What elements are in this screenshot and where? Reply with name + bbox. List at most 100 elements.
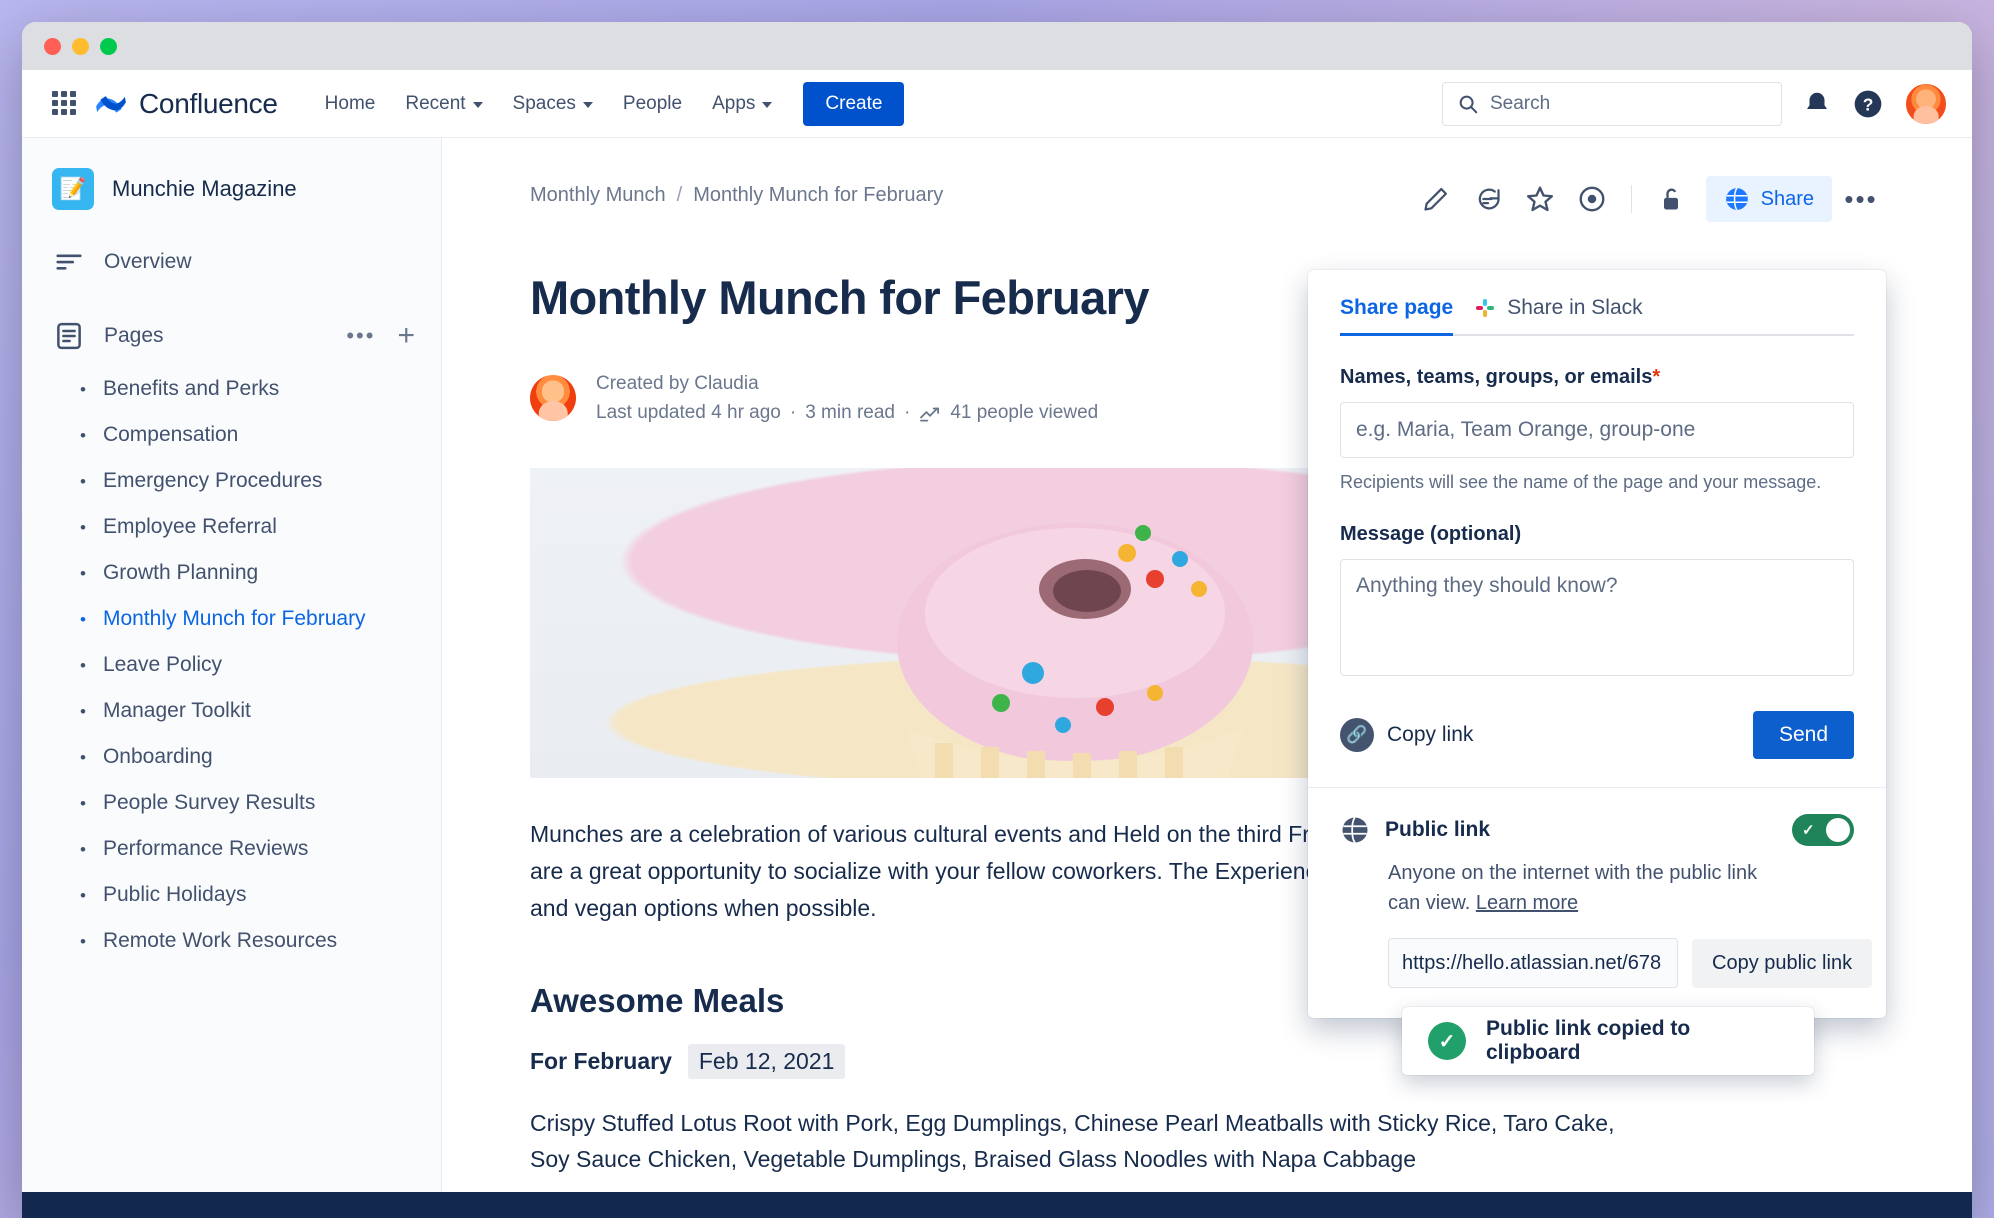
analytics-icon [920,407,940,422]
sidebar-page-label: Public Holidays [102,883,247,906]
cupcake-illustration [897,522,1253,778]
message-label: Message (optional) [1340,523,1522,545]
help-icon[interactable]: ? [1852,88,1884,120]
comment-icon[interactable] [1465,176,1511,222]
sidebar-page-item[interactable]: • Leave Policy [22,642,441,688]
globe-icon [1725,187,1748,211]
public-url-input[interactable] [1388,938,1678,988]
create-button[interactable]: Create [803,81,905,126]
sidebar-page-label: Emergency Procedures [102,469,323,492]
sidebar-page-label: Leave Policy [102,653,223,676]
meals-paragraph: Crispy Stuffed Lotus Root with Pork, Egg… [530,1109,1615,1173]
window-close-button[interactable] [44,37,61,55]
search-box[interactable] [1442,81,1782,126]
watch-eye-icon[interactable] [1569,176,1615,222]
add-page-icon[interactable]: + [397,321,415,351]
nav-item-apps[interactable]: Apps [699,85,785,123]
bullet-icon: • [80,563,86,583]
sidebar-item-overview[interactable]: Overview [22,232,441,292]
toggle-knob [1826,818,1850,842]
chevron-down-icon [472,102,483,108]
bullet-icon: • [80,839,86,859]
edit-icon[interactable] [1413,176,1459,222]
sidebar-page-label: Compensation [102,423,239,446]
tab-label: Share in Slack [1507,296,1643,319]
public-link-toggle[interactable]: ✓ [1792,814,1854,846]
search-input[interactable] [1490,92,1767,115]
public-link-section: Public link ✓ Anyone on the internet wit… [1308,788,1886,1018]
author-avatar[interactable] [530,375,576,422]
date-chip[interactable]: Feb 12, 2021 [687,1043,846,1079]
confluence-logo-link[interactable]: Confluence [94,87,278,121]
copy-link-button[interactable]: 🔗 Copy link [1340,718,1473,752]
sidebar-page-item[interactable]: • People Survey Results [22,780,441,826]
profile-avatar[interactable] [1904,81,1948,126]
confluence-logo-icon [96,95,126,113]
sidebar-page-item[interactable]: • Remote Work Resources [22,918,441,964]
sidebar-page-item[interactable]: • Emergency Procedures [22,458,441,504]
share-dialog: Share page Share in Slack Names, teams, … [1308,270,1886,1018]
window-minimize-button[interactable] [72,37,89,55]
bullet-icon: • [80,517,86,537]
unlock-icon[interactable] [1648,176,1694,222]
search-icon [1459,95,1478,113]
bullet-icon: • [80,701,86,721]
share-dialog-tabs: Share page Share in Slack [1340,296,1854,336]
send-button[interactable]: Send [1752,711,1854,759]
tab-share-page[interactable]: Share page [1340,296,1454,336]
sidebar-page-item[interactable]: • Compensation [22,412,441,458]
sidebar-item-label: Overview [104,250,192,273]
created-by: Created by Claudia [596,373,759,394]
toast-message: Public link copied to clipboard [1486,1017,1691,1064]
sidebar-page-item-active[interactable]: • Monthly Munch for February [22,596,441,642]
bullet-icon: • [80,747,86,767]
window-maximize-button[interactable] [100,37,117,55]
meta-dot: · [903,402,911,424]
success-check-icon: ✓ [1428,1022,1466,1060]
recipients-label-text: Names, teams, groups, or emails [1340,366,1653,388]
for-label: For February [530,1047,672,1074]
nav-item-people[interactable]: People [610,85,695,123]
more-icon[interactable]: ••• [1838,176,1884,222]
meta-text: Created by Claudia Last updated 4 hr ago… [596,369,1098,428]
share-button[interactable]: Share [1705,176,1832,222]
nav-item-label: Apps [712,92,756,114]
tab-share-in-slack[interactable]: Share in Slack [1473,296,1643,334]
brand-name: Confluence [139,87,278,119]
breadcrumb-separator: / [676,184,683,206]
copy-public-link-button[interactable]: Copy public link [1692,938,1873,988]
page-tools: Share ••• [1413,176,1912,222]
space-header[interactable]: 📝 Munchie Magazine [22,160,441,210]
sidebar-page-item[interactable]: • Manager Toolkit [22,688,441,734]
app-switcher-icon[interactable] [52,90,78,117]
nav-item-home[interactable]: Home [312,85,389,123]
read-time: 3 min read [805,402,895,424]
learn-more-link[interactable]: Learn more [1476,892,1578,914]
sidebar-page-label: Performance Reviews [102,837,309,860]
sidebar-page-item[interactable]: • Onboarding [22,734,441,780]
sidebar-page-item[interactable]: • Public Holidays [22,872,441,918]
view-count[interactable]: 41 people viewed [950,398,1098,427]
recipients-input[interactable] [1340,402,1854,458]
breadcrumb-parent[interactable]: Monthly Munch [530,184,666,207]
breadcrumb-current[interactable]: Monthly Munch for February [693,184,943,207]
pages-more-icon[interactable]: ••• [346,325,375,347]
link-icon: 🔗 [1340,718,1374,752]
sidebar-item-label: Pages [104,324,164,347]
sidebar-page-item[interactable]: • Growth Planning [22,550,441,596]
sidebar-page-item[interactable]: • Benefits and Perks [22,366,441,412]
chevron-down-icon [762,102,773,108]
window-titlebar [22,22,1972,70]
sidebar-item-pages[interactable]: Pages ••• + [22,306,441,366]
sidebar-page-item[interactable]: • Employee Referral [22,504,441,550]
message-textarea[interactable] [1340,559,1854,676]
star-icon[interactable] [1517,176,1563,222]
sidebar-page-label: Manager Toolkit [102,699,251,722]
bullet-icon: • [80,885,86,905]
nav-item-recent[interactable]: Recent [392,85,495,123]
recipients-helper-text: Recipients will see the name of the page… [1340,472,1822,492]
nav-item-spaces[interactable]: Spaces [500,85,606,123]
meta-line-2: Last updated 4 hr ago · 3 min read · 41 … [596,398,1098,427]
bell-icon[interactable] [1802,89,1832,119]
sidebar-page-item[interactable]: • Performance Reviews [22,826,441,872]
